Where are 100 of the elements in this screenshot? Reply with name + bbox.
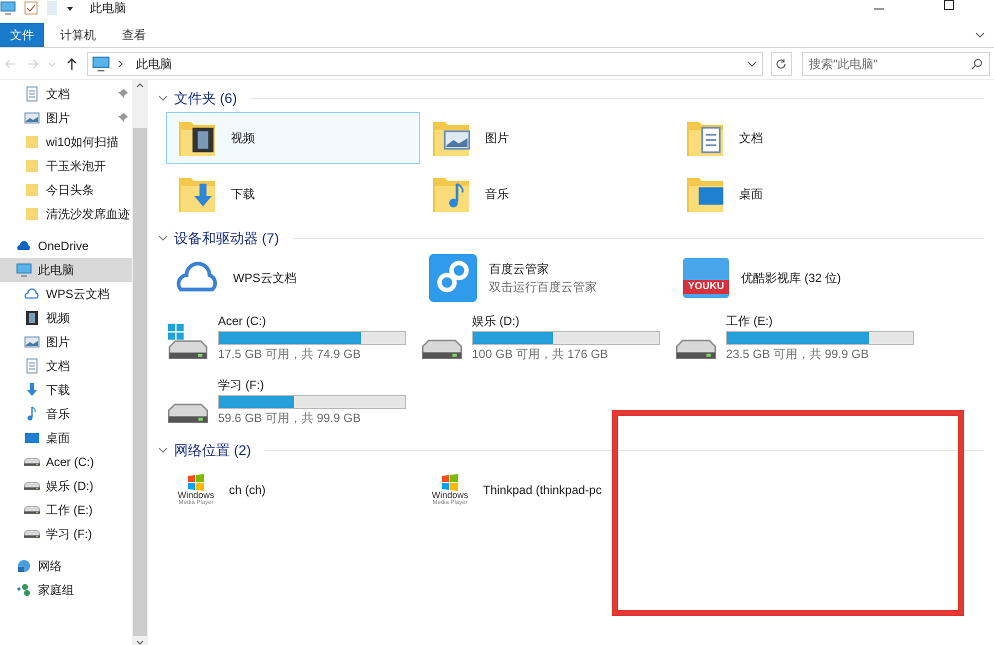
sidebar-item[interactable]: OneDrive <box>0 234 132 258</box>
sidebar-label: 家庭组 <box>38 582 75 599</box>
drive-icon <box>24 458 40 466</box>
sidebar-item[interactable]: 桌面 <box>0 426 132 450</box>
sidebar-label: 文档 <box>46 358 71 375</box>
drive-name: 娱乐 (D:) <box>472 314 520 329</box>
section-header[interactable]: 设备和驱动器 (7) <box>174 228 279 248</box>
address-path: 此电脑 <box>136 56 173 72</box>
maximize-icon[interactable] <box>944 0 954 10</box>
monitor-icon <box>16 262 32 278</box>
folder-tile[interactable]: 音乐 <box>420 168 674 220</box>
sidebar-label: WPS云文档 <box>46 286 110 303</box>
ribbon-tab[interactable]: 查看 <box>112 23 156 47</box>
refresh-icon <box>775 58 788 70</box>
sidebar-item[interactable]: 视频 <box>0 306 132 330</box>
collapse-chevron-icon[interactable] <box>158 93 168 103</box>
item-name: 优酷影视库 (32 位) <box>741 270 842 287</box>
folder-tile[interactable]: 桌面 <box>674 168 928 220</box>
item-name: 下载 <box>231 186 255 203</box>
address-field[interactable]: 此电脑 <box>86 52 763 76</box>
sidebar-label: 网络 <box>38 558 63 575</box>
drive-space: 17.5 GB 可用，共 74.9 GB <box>218 347 362 362</box>
section-header[interactable]: 网络位置 (2) <box>174 440 251 460</box>
sidebar-label: 学习 (F:) <box>46 526 93 543</box>
drive-name: 工作 (E:) <box>726 314 774 329</box>
youku-icon: YOUKU <box>683 258 729 298</box>
checkbox-icon[interactable] <box>24 1 38 15</box>
picture-icon <box>24 334 40 350</box>
sidebar-label: 文档 <box>46 86 71 103</box>
folder-icon <box>24 158 40 174</box>
sidebar-label: OneDrive <box>38 238 90 255</box>
sidebar-item[interactable]: 此电脑 <box>0 258 132 282</box>
drive-space: 59.6 GB 可用，共 99.9 GB <box>218 411 362 426</box>
sidebar-item[interactable]: 娱乐 (D:) <box>0 474 132 498</box>
search-input[interactable]: 搜索"此电脑" <box>809 54 972 72</box>
folder-tile[interactable]: WPS云文档 <box>166 252 420 304</box>
item-name: 音乐 <box>485 186 509 203</box>
drive-space: 23.5 GB 可用，共 99.9 GB <box>726 347 870 362</box>
collapse-chevron-icon[interactable] <box>158 445 168 455</box>
sidebar-item[interactable]: 家庭组 <box>0 578 132 602</box>
folder-tile[interactable]: 下载 <box>166 168 420 220</box>
collapse-chevron-icon[interactable] <box>158 233 168 243</box>
ribbon-tab[interactable]: 文件 <box>0 23 44 47</box>
up-arrow-icon[interactable] <box>65 56 79 70</box>
drive-space: 100 GB 可用，共 176 GB <box>472 347 610 362</box>
scroll-up-icon[interactable] <box>136 82 144 88</box>
sidebar-label: 工作 (E:) <box>46 502 94 519</box>
sidebar-label: 图片 <box>46 110 71 127</box>
folder-tile[interactable]: 图片 <box>420 112 674 164</box>
sidebar-item[interactable]: 图片 <box>0 330 132 354</box>
folder-tile[interactable]: 百度云管家 双击运行百度云管家 <box>420 252 674 304</box>
item-name: 百度云管家 <box>489 261 550 278</box>
search-icon <box>971 58 984 70</box>
sidebar-item[interactable]: 今日头条 <box>0 178 132 202</box>
network-icon <box>16 558 32 574</box>
sidebar-item[interactable]: 网络 <box>0 554 132 578</box>
sidebar-item[interactable]: 文档 <box>0 354 132 378</box>
scroll-down-icon[interactable] <box>136 640 144 645</box>
sidebar-label: wi10如何扫描 <box>46 134 120 151</box>
sidebar-item[interactable]: wi10如何扫描 <box>0 130 132 154</box>
sidebar-label: 下载 <box>46 382 71 399</box>
sidebar-label: 音乐 <box>46 406 71 423</box>
dropdown-caret-icon[interactable] <box>66 4 74 12</box>
breadcrumb-chevron-icon <box>118 60 124 68</box>
window-title: 此电脑 <box>90 1 126 15</box>
sidebar-item[interactable]: 清洗沙发席血迹 <box>0 202 132 226</box>
monitor-icon <box>0 0 16 16</box>
drive-name: Acer (C:) <box>218 314 267 329</box>
section-header[interactable]: 文件夹 (6) <box>174 88 237 108</box>
folder-tile[interactable]: 文档 <box>674 112 928 164</box>
drive-icon <box>24 482 40 490</box>
item-description: 双击运行百度云管家 <box>489 279 597 296</box>
folder-tile[interactable]: 视频 <box>166 112 420 164</box>
document-icon <box>24 86 40 102</box>
sidebar-item[interactable]: Acer (C:) <box>0 450 132 474</box>
folder-icon <box>24 182 40 198</box>
folder-tile[interactable]: YOUKU 优酷影视库 (32 位) <box>674 252 928 304</box>
scrollbar[interactable] <box>132 80 148 645</box>
sidebar-item[interactable]: 干玉米泡开 <box>0 154 132 178</box>
sidebar-label: Acer (C:) <box>46 454 95 471</box>
document-icon <box>24 358 40 374</box>
pin-icon <box>118 113 128 123</box>
sidebar-item[interactable]: 文档 <box>0 82 132 106</box>
sidebar-item[interactable]: 学习 (F:) <box>0 522 132 546</box>
item-name: WPS云文档 <box>233 270 296 287</box>
ribbon-tab[interactable]: 计算机 <box>50 23 106 47</box>
sidebar-label: 此电脑 <box>38 262 75 279</box>
refresh-button[interactable] <box>770 52 792 76</box>
sidebar-item[interactable]: WPS云文档 <box>0 282 132 306</box>
drive-icon <box>24 530 40 538</box>
sidebar-item[interactable]: 工作 (E:) <box>0 498 132 522</box>
search-field[interactable]: 搜索"此电脑" <box>802 52 990 76</box>
scrollbar-thumb[interactable] <box>133 128 147 636</box>
picture-icon <box>24 110 40 126</box>
sidebar-item[interactable]: 图片 <box>0 106 132 130</box>
item-name: 视频 <box>231 130 255 147</box>
sidebar-item[interactable]: 下载 <box>0 378 132 402</box>
item-name: 文档 <box>739 130 763 147</box>
sidebar-item[interactable]: 音乐 <box>0 402 132 426</box>
sidebar-label: 图片 <box>46 334 71 351</box>
